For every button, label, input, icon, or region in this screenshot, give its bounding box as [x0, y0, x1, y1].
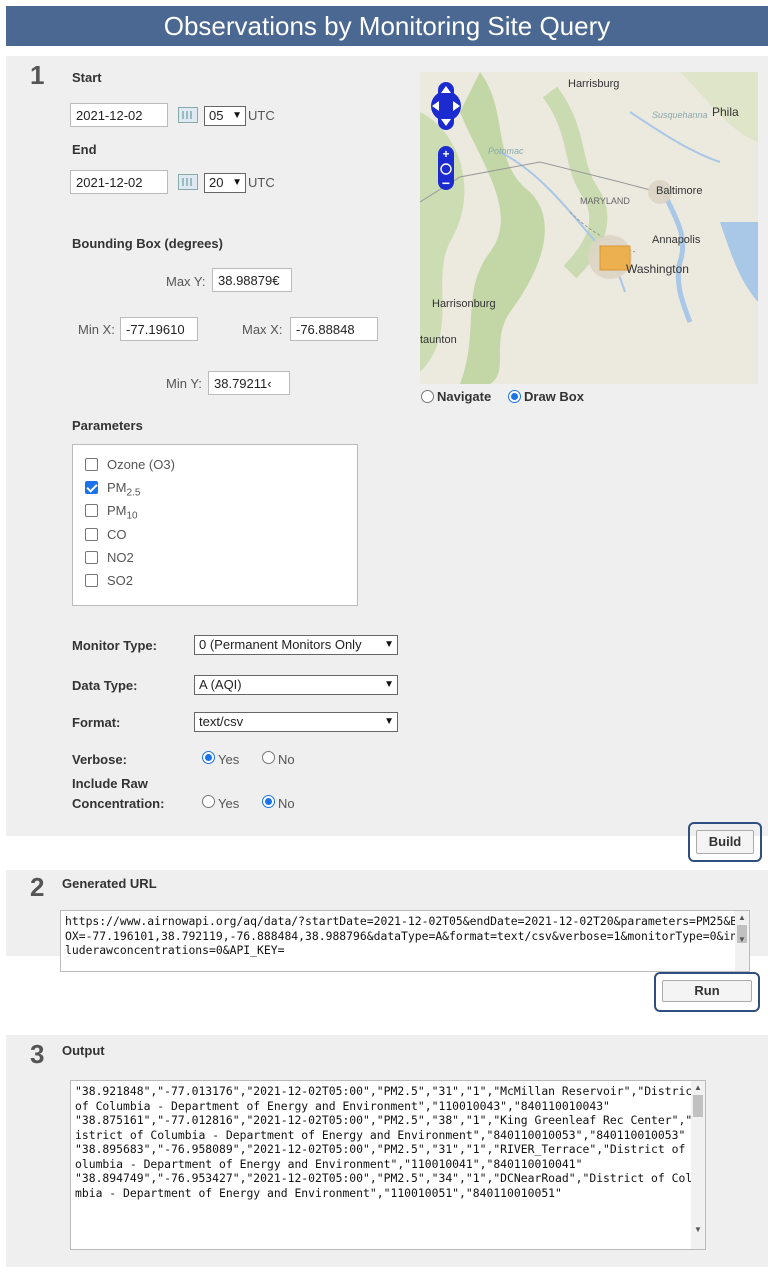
end-label: End	[72, 142, 97, 157]
param-label: SO2	[107, 573, 134, 588]
format-select[interactable]: text/csv ▼	[194, 712, 398, 732]
chevron-down-icon: ▼	[384, 639, 394, 650]
zoom-control-icon[interactable]: + −	[438, 146, 454, 191]
build-button[interactable]: Build	[696, 830, 754, 854]
map-label: Potomac	[488, 146, 524, 156]
monitor-type-label: Monitor Type:	[72, 638, 157, 653]
data-type-select[interactable]: A (AQI) ▼	[194, 675, 398, 695]
drawbox-label: Draw Box	[524, 389, 584, 404]
map-label: Susquehanna	[652, 110, 708, 120]
scroll-thumb[interactable]	[693, 1095, 703, 1117]
step-number-2: 2	[30, 872, 45, 902]
maxy-label: Max Y:	[166, 274, 206, 289]
verbose-yes-radio[interactable]	[202, 751, 215, 764]
maxx-input[interactable]	[290, 317, 378, 341]
chevron-down-icon: ▼	[232, 110, 242, 121]
output-textarea[interactable]: "38.921848","-77.013176","2021-12-02T05:…	[70, 1080, 706, 1250]
param-checkbox-co[interactable]	[85, 528, 98, 541]
step-number-1: 1	[30, 60, 45, 90]
param-checkbox-no2[interactable]	[85, 551, 98, 564]
miny-input[interactable]	[208, 371, 290, 395]
query-panel: 1 Start 05▼ UTC End 20▼ UTC Bounding Box…	[6, 56, 768, 862]
param-label: CO	[107, 527, 127, 542]
param-label: NO2	[107, 550, 134, 565]
param-checkbox-so2[interactable]	[85, 574, 98, 587]
param-label: Ozone (O3)	[107, 457, 175, 472]
param-checkbox-ozone[interactable]	[85, 458, 98, 471]
map-label: Phila	[712, 105, 739, 119]
chevron-down-icon: ▼	[384, 716, 394, 727]
svg-text:−: −	[442, 175, 450, 191]
scroll-up-icon[interactable]: ▲	[738, 913, 746, 922]
scroll-down-icon[interactable]: ▼	[694, 1225, 702, 1234]
param-label: PM2.5	[107, 480, 141, 499]
output-title: Output	[62, 1043, 105, 1058]
output-scrollbar[interactable]: ▲ ▼	[691, 1081, 705, 1249]
raw-label-line1: Include Raw	[72, 776, 148, 791]
scroll-down-icon[interactable]: ▼	[738, 935, 746, 944]
end-date-input[interactable]	[70, 170, 168, 194]
map-label: MARYLAND	[580, 196, 630, 206]
start-hour-select[interactable]: 05 ▼	[204, 106, 246, 126]
verbose-yes-label: Yes	[218, 752, 240, 767]
param-label: PM10	[107, 503, 138, 522]
map-label: Washington	[626, 262, 689, 276]
map-label: Baltimore	[656, 185, 703, 197]
scroll-up-icon[interactable]: ▲	[694, 1083, 702, 1092]
map-label: taunton	[420, 334, 457, 346]
miny-label: Min Y:	[166, 376, 202, 391]
raw-yes-radio[interactable]	[202, 795, 215, 808]
page-title: Observations by Monitoring Site Query	[6, 6, 768, 46]
bounding-box-map[interactable]: + − Harrisburg Phila Baltimore MARYLAND …	[420, 72, 758, 384]
url-scrollbar[interactable]: ▲ ▼	[735, 911, 749, 971]
maxx-label: Max X:	[242, 322, 283, 337]
parameters-list: Ozone (O3) PM2.5 PM10 CO NO2 SO2	[72, 444, 358, 606]
minx-input[interactable]	[120, 317, 198, 341]
raw-no-label: No	[278, 796, 295, 811]
start-utc-label: UTC	[248, 108, 275, 123]
verbose-no-label: No	[278, 752, 295, 767]
maxy-input[interactable]	[212, 268, 292, 292]
drawbox-radio[interactable]	[508, 390, 521, 403]
map-label: Harrisburg	[568, 78, 620, 90]
generated-url-title: Generated URL	[62, 876, 157, 891]
end-calendar-icon[interactable]	[178, 174, 198, 190]
monitor-type-select[interactable]: 0 (Permanent Monitors Only ▼	[194, 635, 398, 655]
minx-label: Min X:	[78, 322, 115, 337]
format-label: Format:	[72, 715, 121, 730]
navigate-label: Navigate	[437, 389, 492, 404]
generated-url-textarea[interactable]: https://www.airnowapi.org/aq/data/?start…	[60, 910, 750, 972]
start-date-input[interactable]	[70, 103, 168, 127]
svg-text:+: +	[442, 147, 449, 161]
raw-label-line2: Concentration:	[72, 796, 165, 811]
data-type-label: Data Type:	[72, 678, 138, 693]
chevron-down-icon: ▼	[232, 177, 242, 188]
end-utc-label: UTC	[248, 175, 275, 190]
bbox-label: Bounding Box (degrees)	[72, 236, 223, 251]
navigate-radio[interactable]	[421, 390, 434, 403]
parameters-label: Parameters	[72, 418, 143, 433]
run-button[interactable]: Run	[662, 980, 752, 1002]
chevron-down-icon: ▼	[384, 679, 394, 690]
verbose-label: Verbose:	[72, 752, 127, 767]
start-label: Start	[72, 70, 102, 85]
raw-yes-label: Yes	[218, 796, 240, 811]
step-number-3: 3	[30, 1039, 45, 1069]
verbose-no-radio[interactable]	[262, 751, 275, 764]
end-hour-select[interactable]: 20 ▼	[204, 173, 246, 193]
param-checkbox-pm10[interactable]	[85, 504, 98, 517]
raw-no-radio[interactable]	[262, 795, 275, 808]
map-label: Harrisonburg	[432, 298, 496, 310]
start-calendar-icon[interactable]	[178, 107, 198, 123]
param-checkbox-pm25[interactable]	[85, 481, 98, 494]
map-label: Annapolis	[652, 234, 701, 246]
